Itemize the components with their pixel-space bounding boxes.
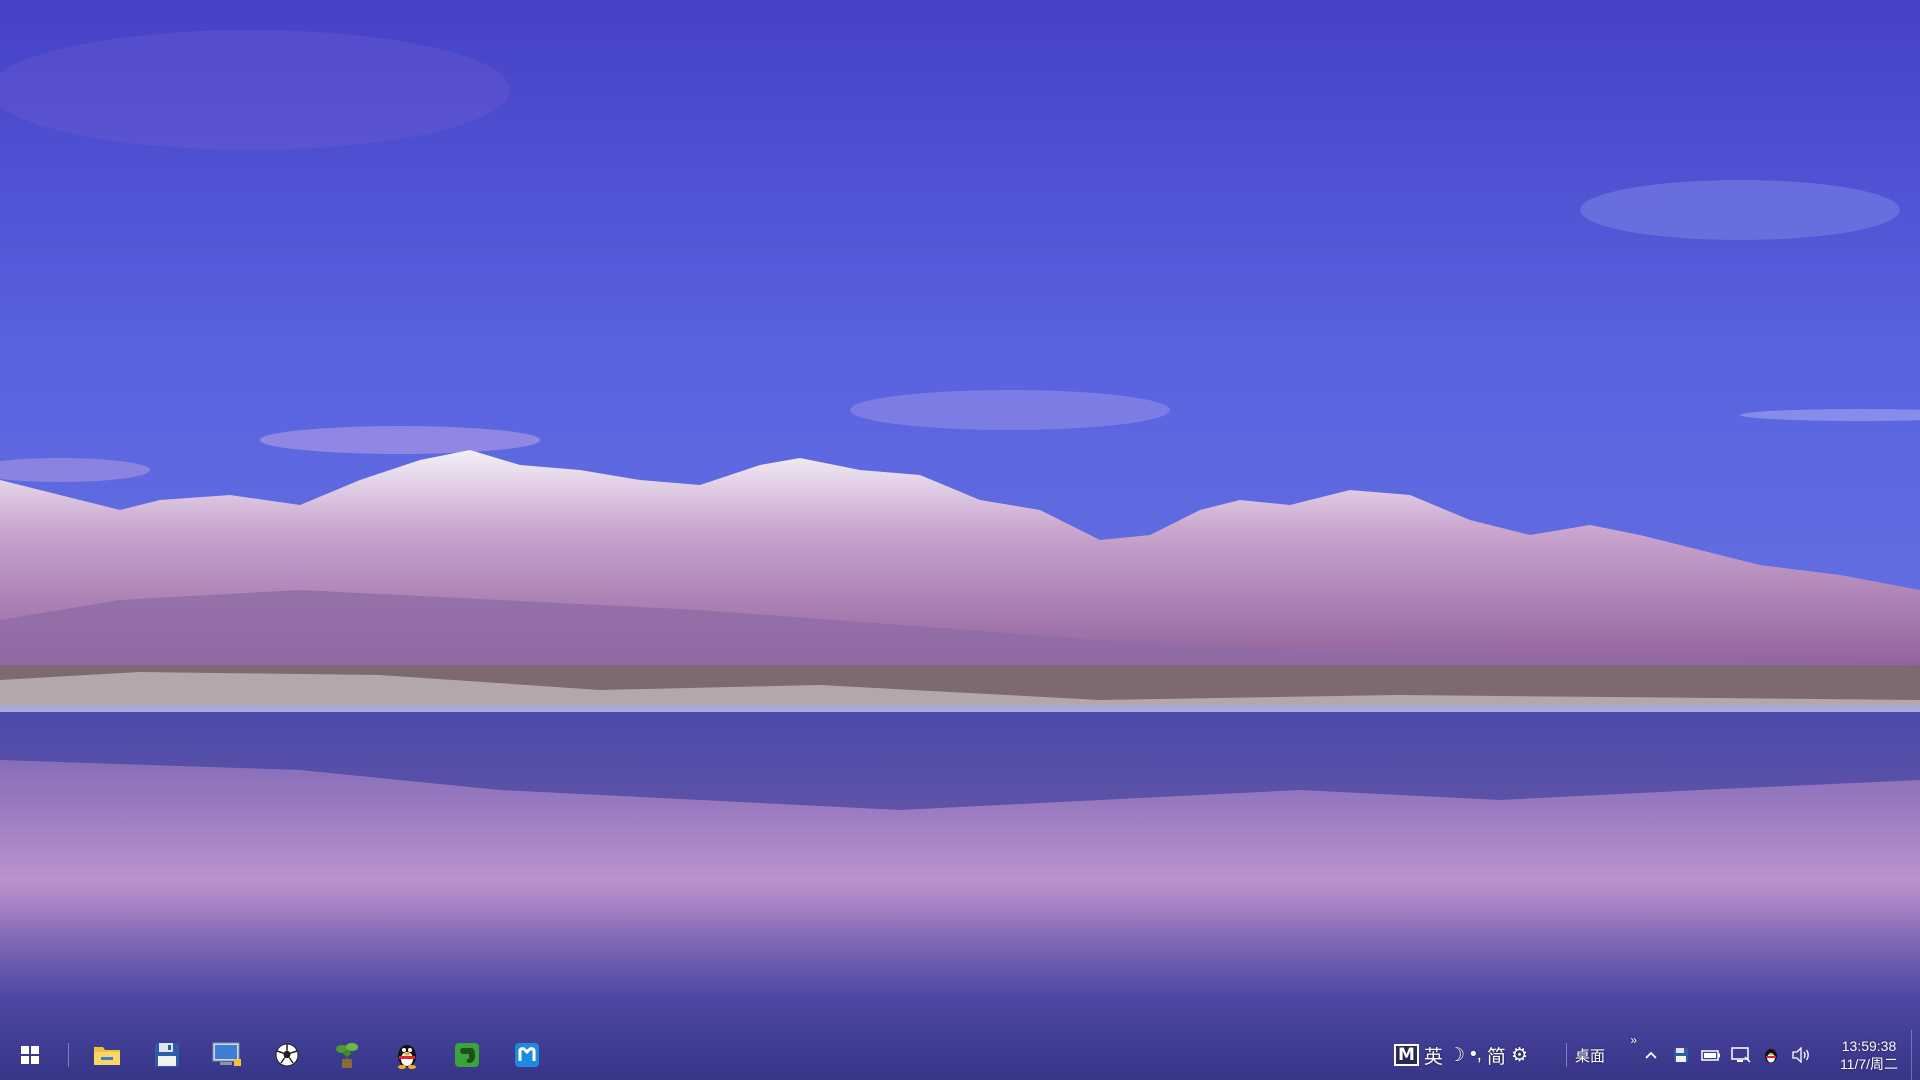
show-desktop-button[interactable] <box>1911 1030 1920 1080</box>
windows-logo-icon <box>21 1046 39 1064</box>
ime-moon-icon[interactable]: ☽ <box>1448 1044 1465 1067</box>
folder-icon <box>94 1047 120 1065</box>
show-hidden-icons-button[interactable] <box>1639 1043 1663 1067</box>
chevron-up-icon <box>1645 1051 1657 1059</box>
ime-simplified-toggle[interactable]: 简 <box>1487 1042 1506 1069</box>
tray-icons <box>1639 1043 1813 1067</box>
monitor-shape <box>1731 1047 1751 1063</box>
network-icon[interactable] <box>1729 1043 1753 1067</box>
app-file-explorer[interactable] <box>77 1030 137 1080</box>
ime-language-toggle[interactable]: 英 <box>1424 1042 1443 1069</box>
start-button[interactable] <box>0 1030 60 1080</box>
system-clock[interactable]: 13:59:38 11/7/周二 <box>1827 1037 1911 1073</box>
system-tray: M 英 ☽ •, 简 ⚙ 桌面 » 13:59:38 11/7/周二 <box>1394 1030 1920 1080</box>
ime-settings-gear-icon[interactable]: ⚙ <box>1511 1044 1528 1067</box>
desktop-toolbar-label[interactable]: 桌面 » <box>1574 1033 1637 1066</box>
volume-icon[interactable] <box>1789 1043 1813 1067</box>
clock-time: 13:59:38 <box>1841 1038 1897 1054</box>
double-chevron-icon[interactable]: » <box>1630 1033 1637 1047</box>
speaker-shape <box>1792 1047 1809 1063</box>
floppy-disk-icon <box>1674 1048 1688 1062</box>
app-maxthon[interactable] <box>497 1030 557 1080</box>
ime-toolbar: M 英 ☽ •, 简 ⚙ <box>1394 1042 1528 1069</box>
qq-tray-icon[interactable] <box>1759 1043 1783 1067</box>
clock-date: 11/7/周二 <box>1839 1056 1899 1072</box>
app-save[interactable] <box>137 1030 197 1080</box>
ime-punctuation-toggle[interactable]: •, <box>1470 1044 1482 1066</box>
desktop-label-text: 桌面 <box>1574 1047 1605 1065</box>
floppy-disk-icon <box>155 1043 179 1067</box>
app-qq[interactable] <box>377 1030 437 1080</box>
penguin-icon <box>398 1045 416 1069</box>
elephant-icon <box>455 1043 479 1067</box>
taskbar: M 英 ☽ •, 简 ⚙ 桌面 » 13:59:38 11/7/周二 <box>0 1030 1920 1080</box>
app-this-pc[interactable] <box>197 1030 257 1080</box>
app-evernote[interactable] <box>437 1030 497 1080</box>
desktop: M 英 ☽ •, 简 ⚙ 桌面 » 13:59:38 11/7/周二 <box>0 0 1920 1080</box>
app-soccer-game[interactable] <box>257 1030 317 1080</box>
soccer-ball-icon <box>275 1043 299 1067</box>
penguin-icon <box>1765 1049 1777 1063</box>
plant-icon <box>336 1043 358 1068</box>
tray-separator <box>1565 1043 1567 1067</box>
app-plant[interactable] <box>317 1030 377 1080</box>
battery-icon[interactable] <box>1699 1043 1723 1067</box>
computer-icon <box>212 1042 241 1066</box>
taskbar-separator <box>68 1043 69 1067</box>
pinned-apps <box>77 1030 557 1080</box>
maxthon-icon <box>515 1043 539 1067</box>
floppy-tray-icon[interactable] <box>1669 1043 1693 1067</box>
wallpaper-image <box>0 0 1920 1080</box>
ime-logo-button[interactable]: M <box>1394 1044 1419 1066</box>
battery-shape <box>1701 1050 1720 1061</box>
